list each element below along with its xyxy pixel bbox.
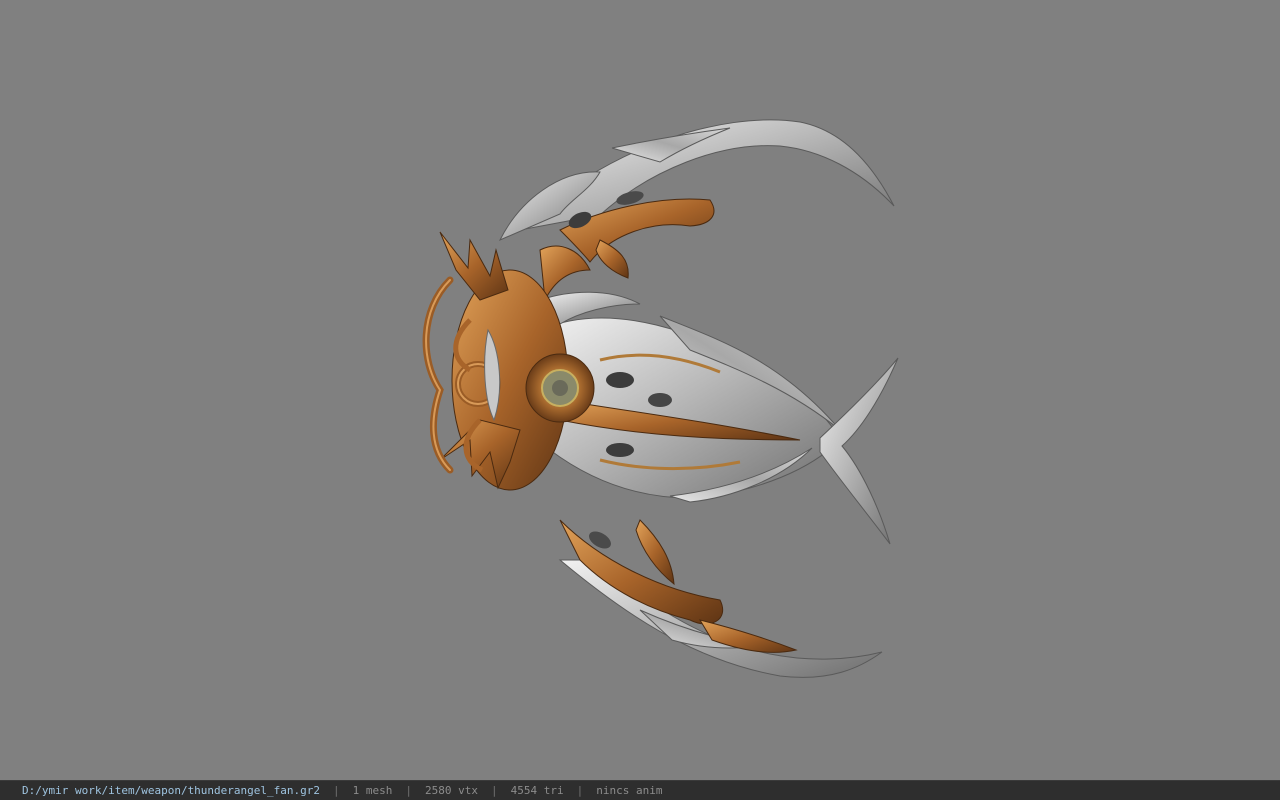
3d-viewport[interactable] [0, 0, 1280, 780]
separator: | [576, 784, 584, 797]
separator: | [491, 784, 498, 797]
vertex-count: 2580 vtx [425, 784, 478, 797]
weapon-fan-icon [422, 119, 899, 678]
anim-status: nincs anim [596, 784, 663, 797]
triangle-count: 4554 tri [510, 784, 564, 797]
status-bar: D:/ymir work/item/weapon/thunderangel_fa… [0, 780, 1280, 800]
file-path: D:/ymir work/item/weapon/thunderangel_fa… [22, 784, 321, 797]
separator: | [333, 784, 340, 797]
mesh-count: 1 mesh [352, 784, 393, 797]
separator: | [405, 784, 413, 797]
